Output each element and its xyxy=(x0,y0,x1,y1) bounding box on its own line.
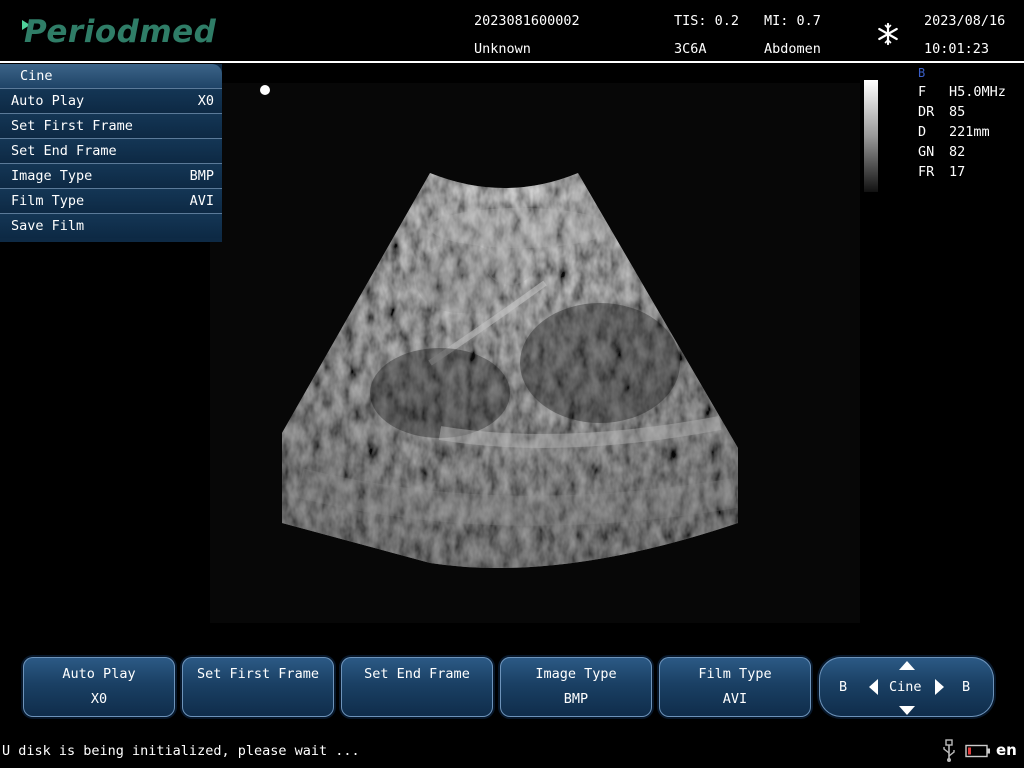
patient-id: 2023081600002 xyxy=(474,13,580,29)
param-row-depth: D 221mm xyxy=(918,124,1006,144)
cine-menu: Cine Auto Play X0 Set First Frame Set En… xyxy=(0,64,222,242)
cine-navigation-pad: B Cine B xyxy=(819,657,994,717)
tis-readout: TIS: 0.2 xyxy=(674,13,740,29)
button-value: BMP xyxy=(563,691,589,707)
param-row-dynamic-range: DR 85 xyxy=(918,104,1006,124)
auto-play-button[interactable]: Auto Play X0 xyxy=(23,657,175,717)
menu-item-save-film[interactable]: Save Film xyxy=(0,213,222,238)
param-value: 17 xyxy=(949,164,966,180)
film-type-button[interactable]: Film Type AVI xyxy=(659,657,811,717)
param-row-frame-rate: FR 17 xyxy=(918,164,1006,184)
language-indicator[interactable]: en xyxy=(996,741,1017,759)
button-label: Film Type xyxy=(698,666,772,682)
menu-item-label: Set First Frame xyxy=(11,118,133,134)
menu-item-label: Image Type xyxy=(11,168,93,184)
imaging-parameters: B F H5.0MHz DR 85 D 221mm GN 82 FR 17 xyxy=(918,66,1006,184)
snowflake-icon[interactable] xyxy=(876,22,900,46)
menu-item-label: Film Type xyxy=(11,193,85,209)
battery-icon xyxy=(965,744,990,758)
probe-name: 3C6A xyxy=(674,41,707,57)
usb-icon xyxy=(943,739,955,762)
param-row-gain: GN 82 xyxy=(918,144,1006,164)
menu-item-value: BMP xyxy=(189,168,214,184)
param-key: F xyxy=(918,84,927,100)
image-type-button[interactable]: Image Type BMP xyxy=(500,657,652,717)
param-key: FR xyxy=(918,164,935,180)
nav-down-icon[interactable] xyxy=(899,706,915,715)
brand-logo: Periodmed xyxy=(22,14,216,50)
param-value: 221mm xyxy=(949,124,990,140)
nav-up-icon[interactable] xyxy=(899,661,915,670)
param-key: DR xyxy=(918,104,935,120)
button-value: AVI xyxy=(722,691,748,707)
orientation-marker xyxy=(260,85,270,95)
menu-item-label: Auto Play xyxy=(11,93,85,109)
param-key: D xyxy=(918,124,927,140)
menu-item-set-first-frame[interactable]: Set First Frame xyxy=(0,113,222,138)
button-label: Set First Frame xyxy=(197,666,319,682)
menu-item-value: AVI xyxy=(189,193,214,209)
date: 2023/08/16 xyxy=(924,13,1006,29)
menu-item-auto-play[interactable]: Auto Play X0 xyxy=(0,88,222,113)
mode-indicator: B xyxy=(918,66,926,80)
patient-name: Unknown xyxy=(474,41,531,57)
grayscale-bar xyxy=(864,80,878,192)
mi-readout: MI: 0.7 xyxy=(764,13,821,29)
menu-item-label: Save Film xyxy=(11,218,85,234)
param-value: 85 xyxy=(949,104,966,120)
time: 10:01:23 xyxy=(924,41,990,57)
param-value: H5.0MHz xyxy=(949,84,1006,100)
menu-title: Cine xyxy=(0,64,222,88)
nav-left-icon[interactable] xyxy=(869,679,878,695)
nav-right-icon[interactable] xyxy=(935,679,944,695)
param-value: 82 xyxy=(949,144,966,160)
nav-left-mode[interactable]: B xyxy=(839,679,847,695)
button-label: Auto Play xyxy=(62,666,136,682)
menu-item-value: X0 xyxy=(197,93,214,109)
menu-item-set-end-frame[interactable]: Set End Frame xyxy=(0,138,222,163)
menu-item-image-type[interactable]: Image Type BMP xyxy=(0,163,222,188)
nav-center-label[interactable]: Cine xyxy=(889,679,922,695)
button-label: Image Type xyxy=(535,666,617,682)
status-message: U disk is being initialized, please wait… xyxy=(2,743,360,759)
nav-right-mode[interactable]: B xyxy=(962,679,970,695)
set-end-frame-button[interactable]: Set End Frame xyxy=(341,657,493,717)
param-key: GN xyxy=(918,144,935,160)
button-label: Set End Frame xyxy=(364,666,470,682)
exam-preset: Abdomen xyxy=(764,41,821,57)
menu-item-label: Set End Frame xyxy=(11,143,117,159)
logo-text: Periodmed xyxy=(24,14,217,50)
button-value: X0 xyxy=(90,691,108,707)
menu-item-film-type[interactable]: Film Type AVI xyxy=(0,188,222,213)
param-row-frequency: F H5.0MHz xyxy=(918,84,1006,104)
set-first-frame-button[interactable]: Set First Frame xyxy=(182,657,334,717)
